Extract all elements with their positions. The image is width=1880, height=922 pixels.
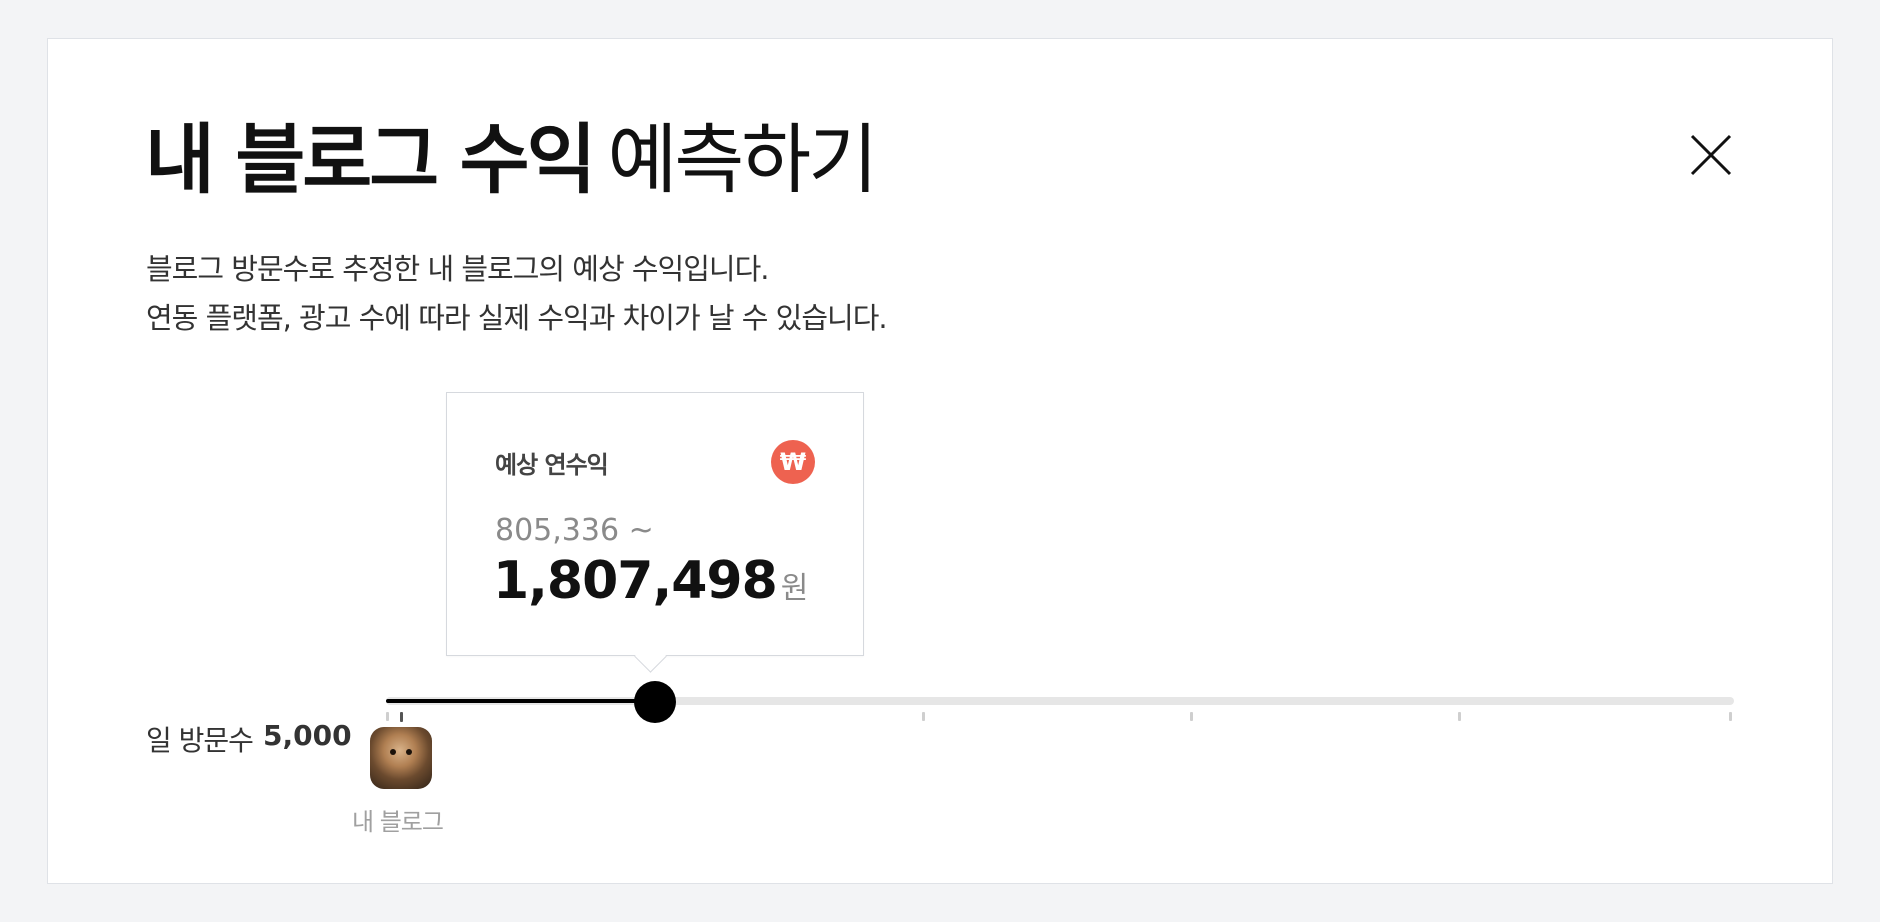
title-light: 예측하기 bbox=[607, 115, 878, 204]
revenue-unit: 원 bbox=[780, 571, 809, 606]
revenue-tooltip: 예상 연수익 ₩ 805,336 ~ 1,807,498 원 bbox=[446, 392, 864, 673]
tooltip-arrow bbox=[634, 640, 667, 673]
title-bold: 내 블로그 수익 bbox=[145, 115, 596, 204]
tooltip-label: 예상 연수익 bbox=[495, 451, 609, 479]
description-line-2: 연동 플랫폼, 광고 수에 따라 실제 수익과 차이가 날 수 있습니다. bbox=[146, 301, 888, 335]
description-line-1: 블로그 방문수로 추정한 내 블로그의 예상 수익입니다. bbox=[146, 252, 769, 286]
slider-fill bbox=[386, 699, 655, 703]
page-title: 내 블로그 수익 예측하기 bbox=[145, 122, 878, 198]
revenue-min: 805,336 ~ bbox=[495, 513, 654, 548]
slider-tick bbox=[386, 712, 389, 721]
daily-visits-value: 5,000 bbox=[263, 719, 352, 752]
revenue-max-row: 1,807,498 원 bbox=[493, 551, 808, 611]
slider-tick-my-blog bbox=[400, 712, 403, 722]
close-button[interactable] bbox=[1689, 133, 1733, 177]
daily-visits-label: 일 방문수 bbox=[146, 724, 254, 757]
won-icon: ₩ bbox=[771, 440, 815, 484]
my-blog-label: 내 블로그 bbox=[352, 808, 444, 836]
blog-avatar[interactable] bbox=[370, 727, 432, 789]
revenue-max: 1,807,498 bbox=[493, 551, 778, 611]
slider-tick bbox=[1729, 712, 1732, 721]
slider-handle[interactable] bbox=[634, 681, 676, 723]
description: 블로그 방문수로 추정한 내 블로그의 예상 수익입니다. 연동 플랫폼, 광고… bbox=[146, 245, 888, 343]
avatar-eye bbox=[406, 749, 412, 755]
slider-tick bbox=[1458, 712, 1461, 721]
slider-tick bbox=[1190, 712, 1193, 721]
close-icon bbox=[1690, 134, 1732, 176]
revenue-estimate-modal: 내 블로그 수익 예측하기 블로그 방문수로 추정한 내 블로그의 예상 수익입니… bbox=[47, 38, 1833, 884]
avatar-eye bbox=[390, 749, 396, 755]
slider-tick bbox=[922, 712, 925, 721]
